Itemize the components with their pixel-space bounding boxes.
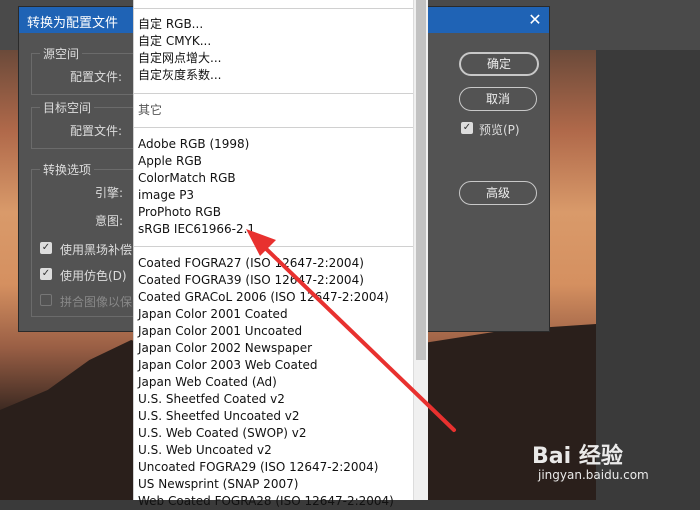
menu-item-custom[interactable]: 自定 RGB... xyxy=(138,16,203,33)
preview-checkbox[interactable]: ✓ xyxy=(461,122,473,134)
source-space-title: 源空间 xyxy=(40,45,83,62)
conversion-options-title: 转换选项 xyxy=(40,161,95,178)
menu-item-cmyk[interactable]: Coated FOGRA27 (ISO 12647-2:2004) xyxy=(138,255,364,272)
preview-label: 预览(P) xyxy=(479,123,520,137)
other-header: 其它 xyxy=(138,103,163,117)
close-icon[interactable]: ✕ xyxy=(525,10,545,30)
menu-scrollbar-thumb[interactable] xyxy=(416,0,426,360)
dialog-title: 转换为配置文件 xyxy=(27,16,119,31)
canvas-margin xyxy=(596,50,700,500)
menu-item-cmyk[interactable]: U.S. Sheetfed Uncoated v2 xyxy=(138,408,300,425)
menu-item-custom[interactable]: 自定灰度系数... xyxy=(138,67,221,84)
menu-item-cmyk[interactable]: Web Coated FOGRA28 (ISO 12647-2:2004) xyxy=(138,493,394,510)
source-space-group: 源空间 配置文件: xyxy=(31,45,146,95)
engine-label: 引擎: xyxy=(95,186,124,200)
menu-item-cmyk[interactable]: U.S. Sheetfed Coated v2 xyxy=(138,391,285,408)
menu-item-rgb[interactable]: Apple RGB xyxy=(138,153,202,170)
menu-item-cmyk[interactable]: Japan Color 2003 Web Coated xyxy=(138,357,318,374)
advanced-button[interactable]: 高级 xyxy=(459,181,537,205)
target-space-group: 目标空间 配置文件: xyxy=(31,99,146,149)
cancel-button[interactable]: 取消 xyxy=(459,87,537,111)
baidu-watermark-url: jingyan.baidu.com xyxy=(538,468,649,482)
profile-dropdown-menu: 其它 自定 RGB... 自定 CMYK... 自定网点增大... 自定灰度系数...… xyxy=(133,0,415,508)
dither-label: 使用仿色(D) xyxy=(60,269,127,283)
menu-separator xyxy=(134,8,414,9)
menu-item-cmyk[interactable]: Uncoated FOGRA29 (ISO 12647-2:2004) xyxy=(138,459,379,476)
menu-item-rgb[interactable]: sRGB IEC61966-2.1 xyxy=(138,221,255,238)
menu-separator xyxy=(134,93,414,94)
menu-item-cmyk[interactable]: U.S. Web Uncoated v2 xyxy=(138,442,272,459)
menu-item-cmyk[interactable]: Japan Color 2001 Coated xyxy=(138,306,288,323)
target-profile-label: 配置文件: xyxy=(70,124,123,138)
menu-separator xyxy=(134,127,414,128)
black-point-label: 使用黑场补偿 xyxy=(60,243,133,257)
menu-item-rgb[interactable]: image P3 xyxy=(138,187,194,204)
intent-label: 意图: xyxy=(95,214,124,228)
target-space-title: 目标空间 xyxy=(40,99,95,116)
menu-item-cmyk[interactable]: Coated GRACoL 2006 (ISO 12647-2:2004) xyxy=(138,289,389,306)
baidu-watermark-logo: Bai 经验 xyxy=(532,444,623,469)
conversion-options-group: 转换选项 引擎: 意图: ✓ 使用黑场补偿 ✓ 使用仿色(D) 拼合图像以保留外… xyxy=(31,161,168,317)
menu-item-custom[interactable]: 自定 CMYK... xyxy=(138,33,211,50)
ok-button[interactable]: 确定 xyxy=(459,52,539,76)
menu-item-rgb[interactable]: ColorMatch RGB xyxy=(138,170,236,187)
dither-checkbox[interactable]: ✓ xyxy=(40,268,52,280)
source-profile-label: 配置文件: xyxy=(70,70,123,84)
menu-item-custom[interactable]: 自定网点增大... xyxy=(138,50,221,67)
menu-item-cmyk[interactable]: Coated FOGRA39 (ISO 12647-2:2004) xyxy=(138,272,364,289)
black-point-checkbox[interactable]: ✓ xyxy=(40,242,52,254)
menu-item-cmyk[interactable]: US Newsprint (SNAP 2007) xyxy=(138,476,298,493)
flatten-checkbox[interactable] xyxy=(40,294,52,306)
menu-item-cmyk[interactable]: Japan Web Coated (Ad) xyxy=(138,374,277,391)
menu-separator xyxy=(134,246,414,247)
menu-scrollbar[interactable] xyxy=(413,0,428,500)
menu-item-rgb[interactable]: ProPhoto RGB xyxy=(138,204,221,221)
menu-item-cmyk[interactable]: U.S. Web Coated (SWOP) v2 xyxy=(138,425,307,442)
menu-item-cmyk[interactable]: Japan Color 2001 Uncoated xyxy=(138,323,302,340)
menu-item-rgb[interactable]: Adobe RGB (1998) xyxy=(138,136,249,153)
menu-item-cmyk[interactable]: Japan Color 2002 Newspaper xyxy=(138,340,312,357)
